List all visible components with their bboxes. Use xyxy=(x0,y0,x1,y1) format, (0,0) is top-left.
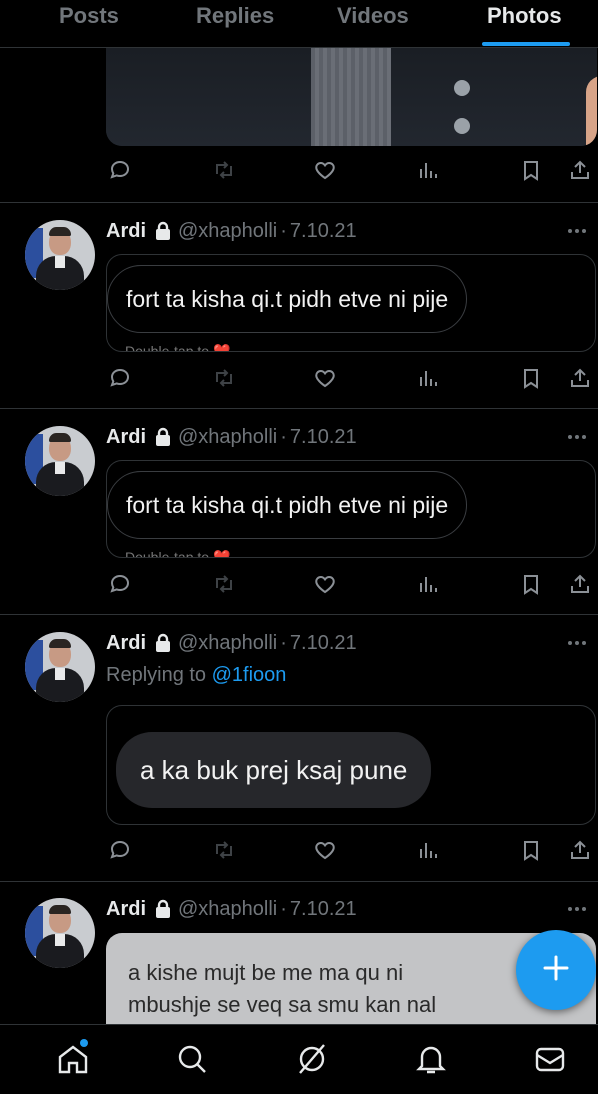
message-screenshot[interactable]: fort ta kisha qi.t pidh etve ni pije Dou… xyxy=(106,460,596,558)
reply-icon[interactable] xyxy=(106,570,134,598)
divider xyxy=(0,614,598,615)
tweet-date[interactable]: 7.10.21 xyxy=(290,898,357,921)
tweet-header: Ardi @xhapholli · 7.10.21 xyxy=(106,631,357,655)
message-bubble: a ka buk prej ksaj pune xyxy=(116,732,432,808)
share-icon[interactable] xyxy=(566,836,594,864)
user-handle[interactable]: @xhapholli xyxy=(178,632,277,655)
share-icon[interactable] xyxy=(566,156,594,184)
tweet-photo[interactable] xyxy=(106,48,597,146)
messages-icon[interactable] xyxy=(532,1041,568,1077)
tab-videos[interactable]: Videos xyxy=(337,3,409,29)
home-notification-dot xyxy=(80,1039,88,1047)
message-text: a kishe mujt be me ma qu ni mbushje se v… xyxy=(128,960,437,1017)
retweet-icon[interactable] xyxy=(210,364,238,392)
more-options-icon[interactable] xyxy=(568,904,590,914)
tweet-header: Ardi @xhapholli · 7.10.21 xyxy=(106,219,357,243)
views-icon[interactable] xyxy=(414,364,442,392)
avatar[interactable] xyxy=(25,426,95,496)
lock-icon xyxy=(154,633,172,653)
tweet-date[interactable]: 7.10.21 xyxy=(290,220,357,243)
double-tap-hint: Double-tap to ❤️ xyxy=(125,549,231,558)
bookmark-icon[interactable] xyxy=(517,570,545,598)
reply-icon[interactable] xyxy=(106,156,134,184)
tweet-actions xyxy=(106,156,598,186)
display-name[interactable]: Ardi xyxy=(106,426,146,449)
reply-icon[interactable] xyxy=(106,836,134,864)
message-screenshot[interactable]: a ka buk prej ksaj pune xyxy=(106,705,596,825)
bookmark-icon[interactable] xyxy=(517,156,545,184)
divider xyxy=(0,408,598,409)
active-tab-indicator xyxy=(482,42,570,46)
lock-icon xyxy=(154,221,172,241)
bookmark-icon[interactable] xyxy=(517,836,545,864)
reply-icon[interactable] xyxy=(106,364,134,392)
reply-handle-link[interactable]: @1fioon xyxy=(212,664,287,686)
avatar[interactable] xyxy=(25,632,95,702)
display-name[interactable]: Ardi xyxy=(106,898,146,921)
divider xyxy=(0,202,598,203)
heart-icon[interactable] xyxy=(311,156,339,184)
retweet-icon[interactable] xyxy=(210,836,238,864)
photo-content xyxy=(106,48,597,146)
views-icon[interactable] xyxy=(414,836,442,864)
notifications-icon[interactable] xyxy=(413,1041,449,1077)
message-screenshot[interactable]: fort ta kisha qi.t pidh etve ni pije Dou… xyxy=(106,254,596,352)
lock-icon xyxy=(154,427,172,447)
retweet-icon[interactable] xyxy=(210,156,238,184)
tweet-header: Ardi @xhapholli · 7.10.21 xyxy=(106,897,357,921)
heart-icon[interactable] xyxy=(311,364,339,392)
tweet-header: Ardi @xhapholli · 7.10.21 xyxy=(106,425,357,449)
user-handle[interactable]: @xhapholli xyxy=(178,426,277,449)
avatar[interactable] xyxy=(25,220,95,290)
profile-tabs: Posts Replies Videos Photos xyxy=(0,0,598,48)
tweet-actions xyxy=(106,570,598,600)
user-handle[interactable]: @xhapholli xyxy=(178,220,277,243)
bottom-navigation xyxy=(0,1024,598,1094)
user-handle[interactable]: @xhapholli xyxy=(178,898,277,921)
avatar[interactable] xyxy=(25,898,95,968)
tab-photos[interactable]: Photos xyxy=(487,3,562,29)
more-options-icon[interactable] xyxy=(568,638,590,648)
tweet-actions xyxy=(106,836,598,866)
tab-replies[interactable]: Replies xyxy=(196,3,274,29)
tweet-actions xyxy=(106,364,598,394)
divider xyxy=(0,881,598,882)
message-bubble: fort ta kisha qi.t pidh etve ni pije xyxy=(107,471,468,539)
double-tap-hint: Double-tap to ❤️ xyxy=(125,343,231,352)
display-name[interactable]: Ardi xyxy=(106,220,146,243)
bookmark-icon[interactable] xyxy=(517,364,545,392)
views-icon[interactable] xyxy=(414,570,442,598)
search-icon[interactable] xyxy=(174,1041,210,1077)
heart-icon[interactable] xyxy=(311,836,339,864)
retweet-icon[interactable] xyxy=(210,570,238,598)
lock-icon xyxy=(154,899,172,919)
tweet-date[interactable]: 7.10.21 xyxy=(290,632,357,655)
display-name[interactable]: Ardi xyxy=(106,632,146,655)
views-icon[interactable] xyxy=(414,156,442,184)
tweet-date[interactable]: 7.10.21 xyxy=(290,426,357,449)
message-bubble: fort ta kisha qi.t pidh etve ni pije xyxy=(107,265,468,333)
more-options-icon[interactable] xyxy=(568,432,590,442)
heart-icon[interactable] xyxy=(311,570,339,598)
plus-icon xyxy=(541,953,571,988)
share-icon[interactable] xyxy=(566,364,594,392)
more-options-icon[interactable] xyxy=(568,226,590,236)
compose-button[interactable] xyxy=(516,930,596,1010)
grok-icon[interactable] xyxy=(294,1041,330,1077)
replying-to: Replying to @1fioon xyxy=(106,664,287,686)
tab-posts[interactable]: Posts xyxy=(59,3,119,29)
share-icon[interactable] xyxy=(566,570,594,598)
